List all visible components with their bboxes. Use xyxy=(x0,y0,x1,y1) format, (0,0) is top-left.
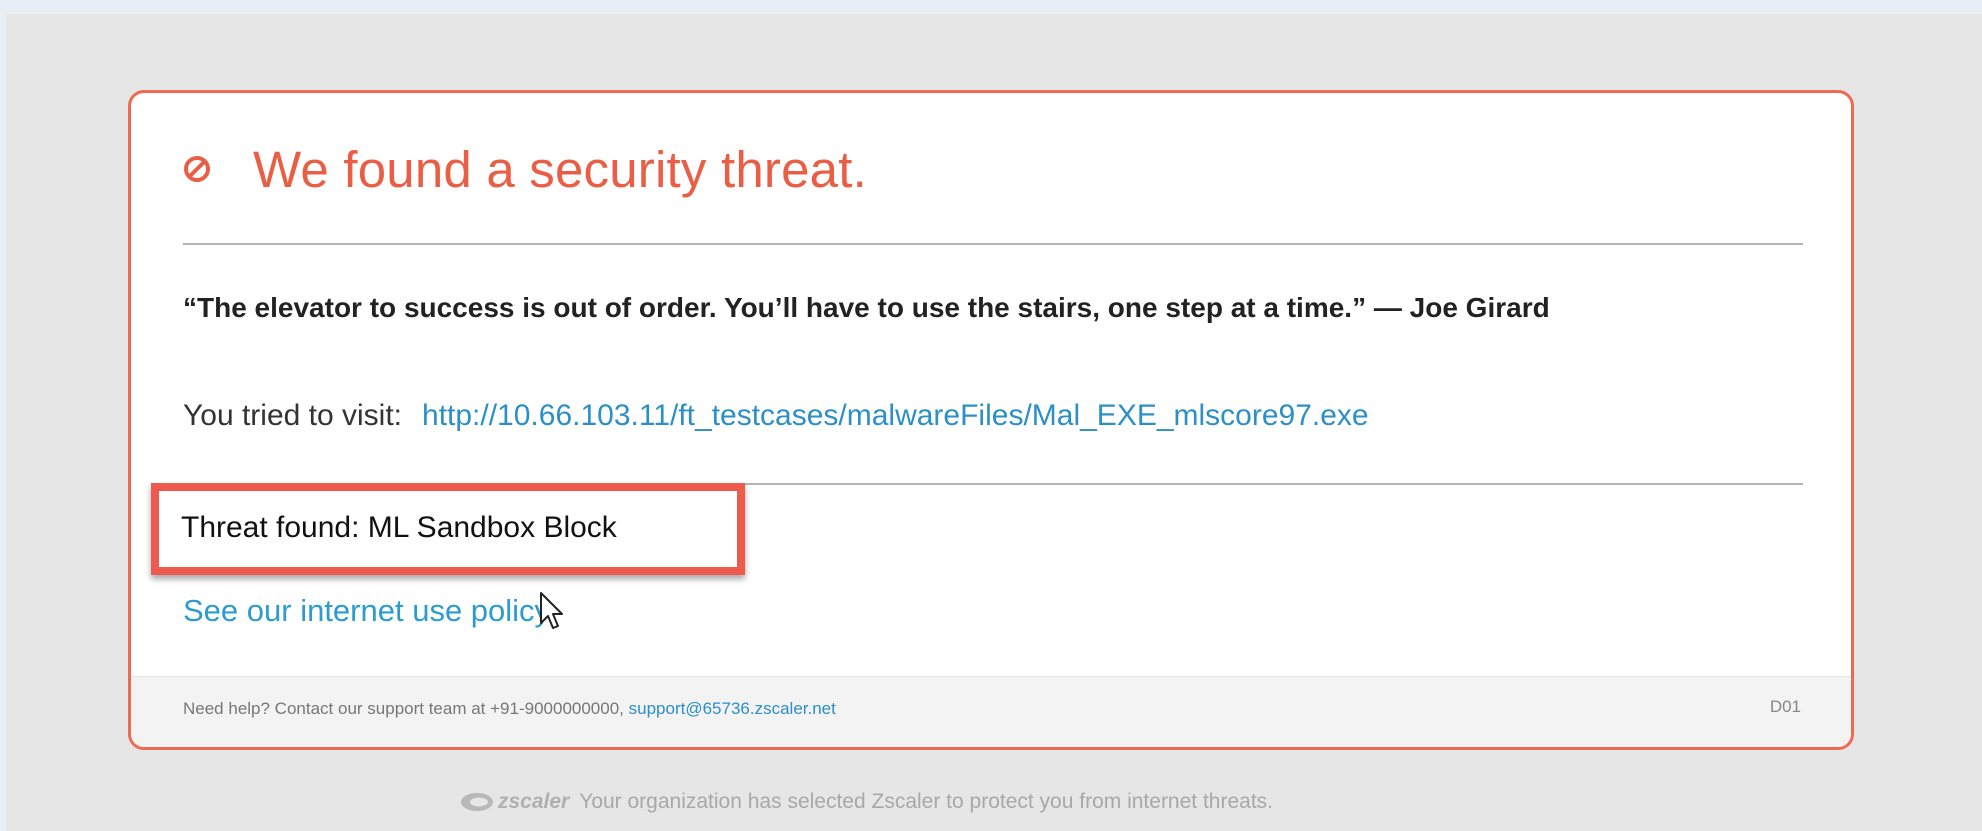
zscaler-logo: zscaler xyxy=(460,790,569,814)
error-code: D01 xyxy=(1769,697,1801,716)
block-icon xyxy=(183,155,211,183)
threat-highlight-box: Threat found: ML Sandbox Block xyxy=(151,483,745,575)
header-divider xyxy=(183,243,1803,245)
help-footer: Need help? Contact our support team at +… xyxy=(131,676,1851,747)
cursor-icon xyxy=(539,591,565,631)
visited-url-link[interactable]: http://10.66.103.11/ft_testcases/malware… xyxy=(422,399,1369,433)
threat-found-text: Threat found: ML Sandbox Block xyxy=(181,511,617,544)
threat-card: We found a security threat. “The elevato… xyxy=(128,90,1854,750)
help-message: Need help? Contact our support team at +… xyxy=(183,699,624,718)
internet-use-policy-link[interactable]: See our internet use policy. xyxy=(183,593,556,629)
logo-text: zscaler xyxy=(498,790,570,813)
card-header: We found a security threat. xyxy=(183,139,867,199)
visited-url-row: You tried to visit: http://10.66.103.11/… xyxy=(183,399,1369,433)
visit-label: You tried to visit: xyxy=(183,399,403,432)
quote-text: “The elevator to success is out of order… xyxy=(183,292,1550,323)
support-email-link[interactable]: support@65736.zscaler.net xyxy=(629,699,836,718)
branding-footer: zscaler Your organization has selected Z… xyxy=(460,787,1273,817)
page-title: We found a security threat. xyxy=(253,140,867,198)
tagline: Your organization has selected Zscaler t… xyxy=(579,790,1273,813)
help-text: Need help? Contact our support team at +… xyxy=(183,699,836,719)
zscaler-logo-icon xyxy=(461,793,493,811)
